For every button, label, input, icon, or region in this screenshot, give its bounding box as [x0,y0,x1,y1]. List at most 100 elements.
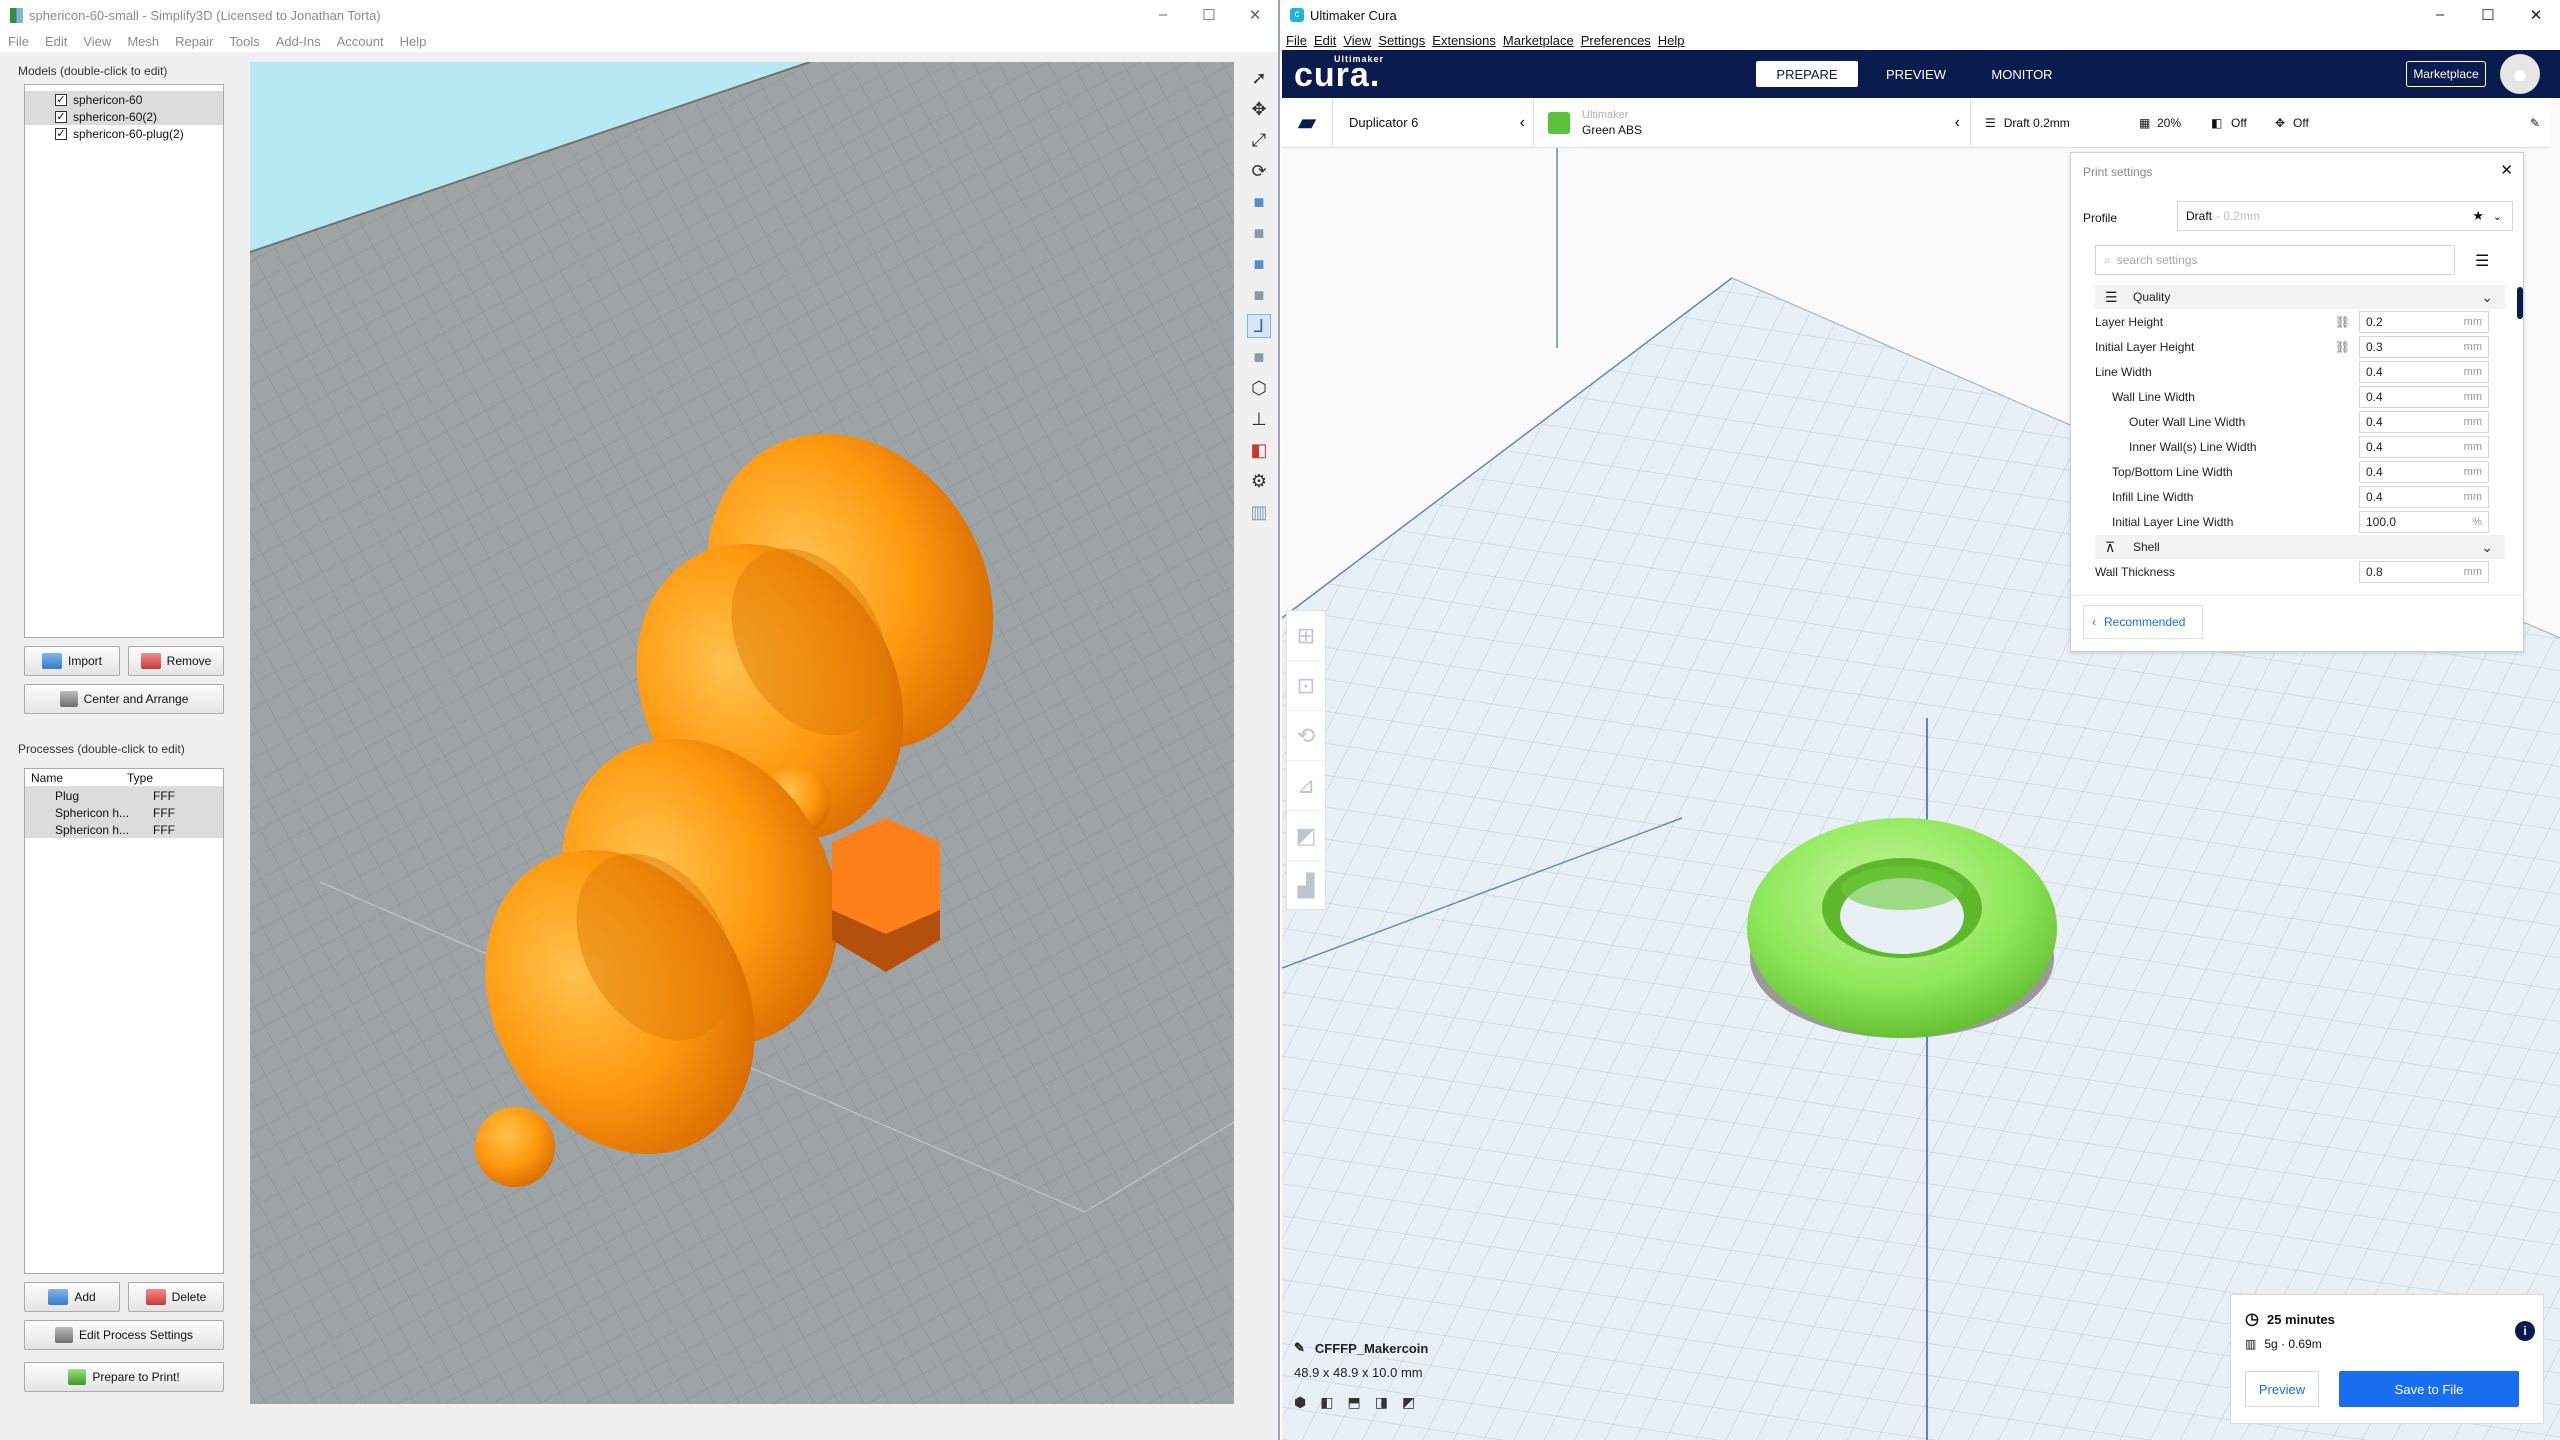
menu-file[interactable]: File [1286,33,1307,48]
support-tool-icon[interactable]: ▥ [1247,500,1271,524]
move-tool-icon[interactable]: ✥ [1247,97,1271,121]
menu-help[interactable]: Help [400,34,427,49]
menu-preferences[interactable]: Preferences [1581,33,1651,48]
s3d-3d-viewport[interactable] [250,62,1234,1404]
axes-toggle-icon[interactable]: ⅃ [1247,314,1271,338]
models-list[interactable]: ✓ sphericon-60 ✓ sphericon-60(2) ✓ spher… [24,84,224,638]
menu-file[interactable]: File [8,34,29,49]
mesh-repair-icon[interactable]: ◧ [1247,438,1271,462]
setting-input[interactable]: 0.4 mm [2359,486,2489,508]
select-tool-icon[interactable]: ➚ [1247,66,1271,90]
menu-tools[interactable]: Tools [229,34,259,49]
mirror-tool-icon[interactable]: ⊿ [1287,761,1325,811]
remove-button[interactable]: Remove [128,646,224,676]
view-right-icon[interactable]: ◩ [1402,1394,1415,1411]
printer-selector[interactable]: Duplicator 6 ‹ [1333,98,1533,148]
view-top-icon[interactable]: ■ [1247,252,1271,276]
delete-process-button[interactable]: Delete [128,1282,224,1312]
setting-input[interactable]: 0.3 mm [2359,336,2489,358]
edit-pencil-icon[interactable]: ✎ [1294,1340,1305,1356]
model-checkbox[interactable]: ✓ [55,110,67,123]
setting-input[interactable]: 0.2 mm [2359,311,2489,333]
view-front-icon[interactable]: ◧ [1320,1394,1333,1411]
account-avatar-icon[interactable]: ● [2500,54,2540,94]
model-item[interactable]: ✓ sphericon-60(2) [25,108,223,125]
profile-dropdown[interactable]: Draft - 0.2mm ★ ⌄ [2177,201,2513,231]
model-checkbox[interactable]: ✓ [55,93,67,106]
settings-scrollbar[interactable] [2517,287,2523,319]
print-setup-selector[interactable]: ☰ Draft 0.2mm ▦ 20% ◧ Off ✥ Off ✎ [1971,98,2550,148]
setting-input[interactable]: 100.0% [2359,511,2489,533]
prepare-to-print-button[interactable]: Prepare to Print! [24,1362,224,1392]
edit-process-settings-button[interactable]: Edit Process Settings [24,1320,224,1350]
add-process-button[interactable]: Add [24,1282,120,1312]
process-row[interactable]: Sphericon h... FFF [25,821,223,838]
minimize-icon[interactable]: – [1140,6,1186,24]
sphericon-plug-model[interactable] [832,818,940,972]
info-icon[interactable]: i [2515,1321,2535,1341]
maximize-icon[interactable]: ☐ [2464,6,2512,24]
setting-input[interactable]: 0.8 mm [2359,561,2489,583]
move-tool-icon[interactable]: ⊞ [1287,611,1325,661]
menu-help[interactable]: Help [1658,33,1685,48]
scale-tool-icon[interactable]: ⊡ [1287,661,1325,711]
menu-extensions[interactable]: Extensions [1432,33,1496,48]
close-icon[interactable]: ✕ [2500,161,2513,179]
menu-view[interactable]: View [1343,33,1371,48]
view-3d-icon[interactable]: ⬢ [1294,1394,1306,1411]
view-top-icon[interactable]: ⬒ [1347,1394,1360,1411]
recommended-button[interactable]: ‹ Recommended [2083,605,2203,639]
settings-gear-icon[interactable]: ⚙ [1247,469,1271,493]
close-icon[interactable]: ✕ [1232,6,1278,24]
marketplace-button[interactable]: Marketplace [2406,61,2486,87]
setting-input[interactable]: 0.4 mm [2359,386,2489,408]
setting-input[interactable]: 0.4 mm [2359,436,2489,458]
category-quality[interactable]: ☰ Quality ⌄ [2095,285,2505,309]
maximize-icon[interactable]: ☐ [1186,6,1232,24]
category-shell[interactable]: ⊼ Shell ⌄ [2095,535,2505,559]
per-model-settings-icon[interactable]: ◩ [1287,811,1325,861]
model-item[interactable]: ✓ sphericon-60 [25,91,223,108]
menu-marketplace[interactable]: Marketplace [1503,33,1574,48]
processes-list[interactable]: Name Type Plug FFF Sphericon h... FFF Sp… [24,768,224,1274]
menu-add-ins[interactable]: Add-Ins [276,34,321,49]
menu-edit[interactable]: Edit [45,34,67,49]
menu-mesh[interactable]: Mesh [127,34,159,49]
process-row[interactable]: Plug FFF [25,787,223,804]
makercoin-model[interactable] [1747,818,2057,1038]
rotate-tool-icon[interactable]: ⟳ [1247,159,1271,183]
center-arrange-button[interactable]: Center and Arrange [24,684,224,714]
setting-input[interactable]: 0.4 mm [2359,411,2489,433]
support-blocker-icon[interactable]: ▟ [1287,861,1325,911]
cross-section-icon[interactable]: ⊥ [1247,407,1271,431]
preview-button[interactable]: Preview [2245,1371,2319,1407]
model-checkbox[interactable]: ✓ [55,127,67,140]
menu-view[interactable]: View [83,34,111,49]
tab-preview[interactable]: PREVIEW [1866,61,1966,87]
view-front-icon[interactable]: ■ [1247,221,1271,245]
settings-menu-icon[interactable]: ☰ [2475,251,2489,271]
minimize-icon[interactable]: – [2416,6,2464,24]
close-icon[interactable]: ✕ [2512,6,2560,24]
import-button[interactable]: Import [24,646,120,676]
view-iso-icon[interactable]: ■ [1247,190,1271,214]
view-side-icon[interactable]: ■ [1247,283,1271,307]
tab-monitor[interactable]: MONITOR [1972,61,2072,87]
menu-settings[interactable]: Settings [1378,33,1425,48]
save-to-file-button[interactable]: Save to File [2339,1371,2519,1407]
material-selector[interactable]: Ultimaker Green ABS ‹ [1534,98,1970,148]
model-item[interactable]: ✓ sphericon-60-plug(2) [25,125,223,142]
wireframe-view-icon[interactable]: ⬡ [1247,376,1271,400]
search-settings-field[interactable]: ⌕ search settings [2095,245,2455,275]
setting-input[interactable]: 0.4 mm [2359,361,2489,383]
tab-prepare[interactable]: PREPARE [1756,61,1858,87]
view-left-icon[interactable]: ◨ [1375,1394,1388,1411]
rotate-tool-icon[interactable]: ⟲ [1287,711,1325,761]
setting-input[interactable]: 0.4 mm [2359,461,2489,483]
process-row[interactable]: Sphericon h... FFF [25,804,223,821]
menu-account[interactable]: Account [337,34,384,49]
scale-tool-icon[interactable]: ⤢ [1247,128,1271,152]
solid-view-icon[interactable]: ■ [1247,345,1271,369]
menu-edit[interactable]: Edit [1314,33,1336,48]
open-folder-icon[interactable]: ▰ [1282,98,1332,148]
